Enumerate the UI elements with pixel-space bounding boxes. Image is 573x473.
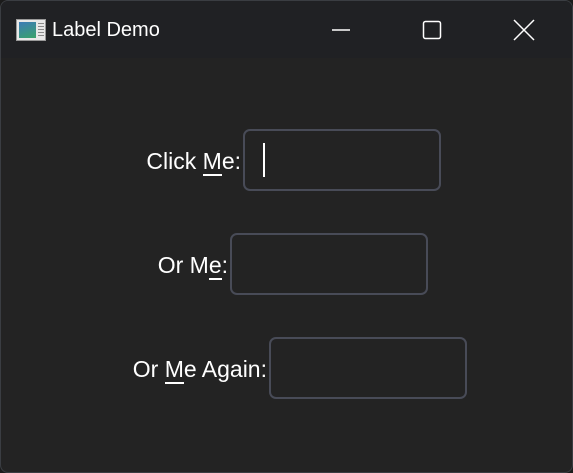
text-caret [263,143,265,177]
app-window-icon [16,19,46,41]
title-bar[interactable]: Label Demo [1,1,572,58]
or-me-label: Or Me: [157,252,228,280]
maximize-icon [422,20,442,39]
close-button[interactable] [478,1,570,58]
window-title: Label Demo [52,19,160,41]
close-icon [513,18,535,41]
click-me-label: Click Me: [146,148,241,176]
or-me-again-input[interactable] [269,337,467,399]
minimize-button[interactable] [295,1,387,58]
or-me-again-label: Or Me Again: [132,356,267,384]
or-me-input[interactable] [230,233,428,295]
maximize-button[interactable] [386,1,478,58]
click-me-input[interactable] [243,129,441,191]
minimize-icon [332,28,350,31]
window: Label Demo Click Me: Or Me: Or Me Again: [0,0,573,473]
